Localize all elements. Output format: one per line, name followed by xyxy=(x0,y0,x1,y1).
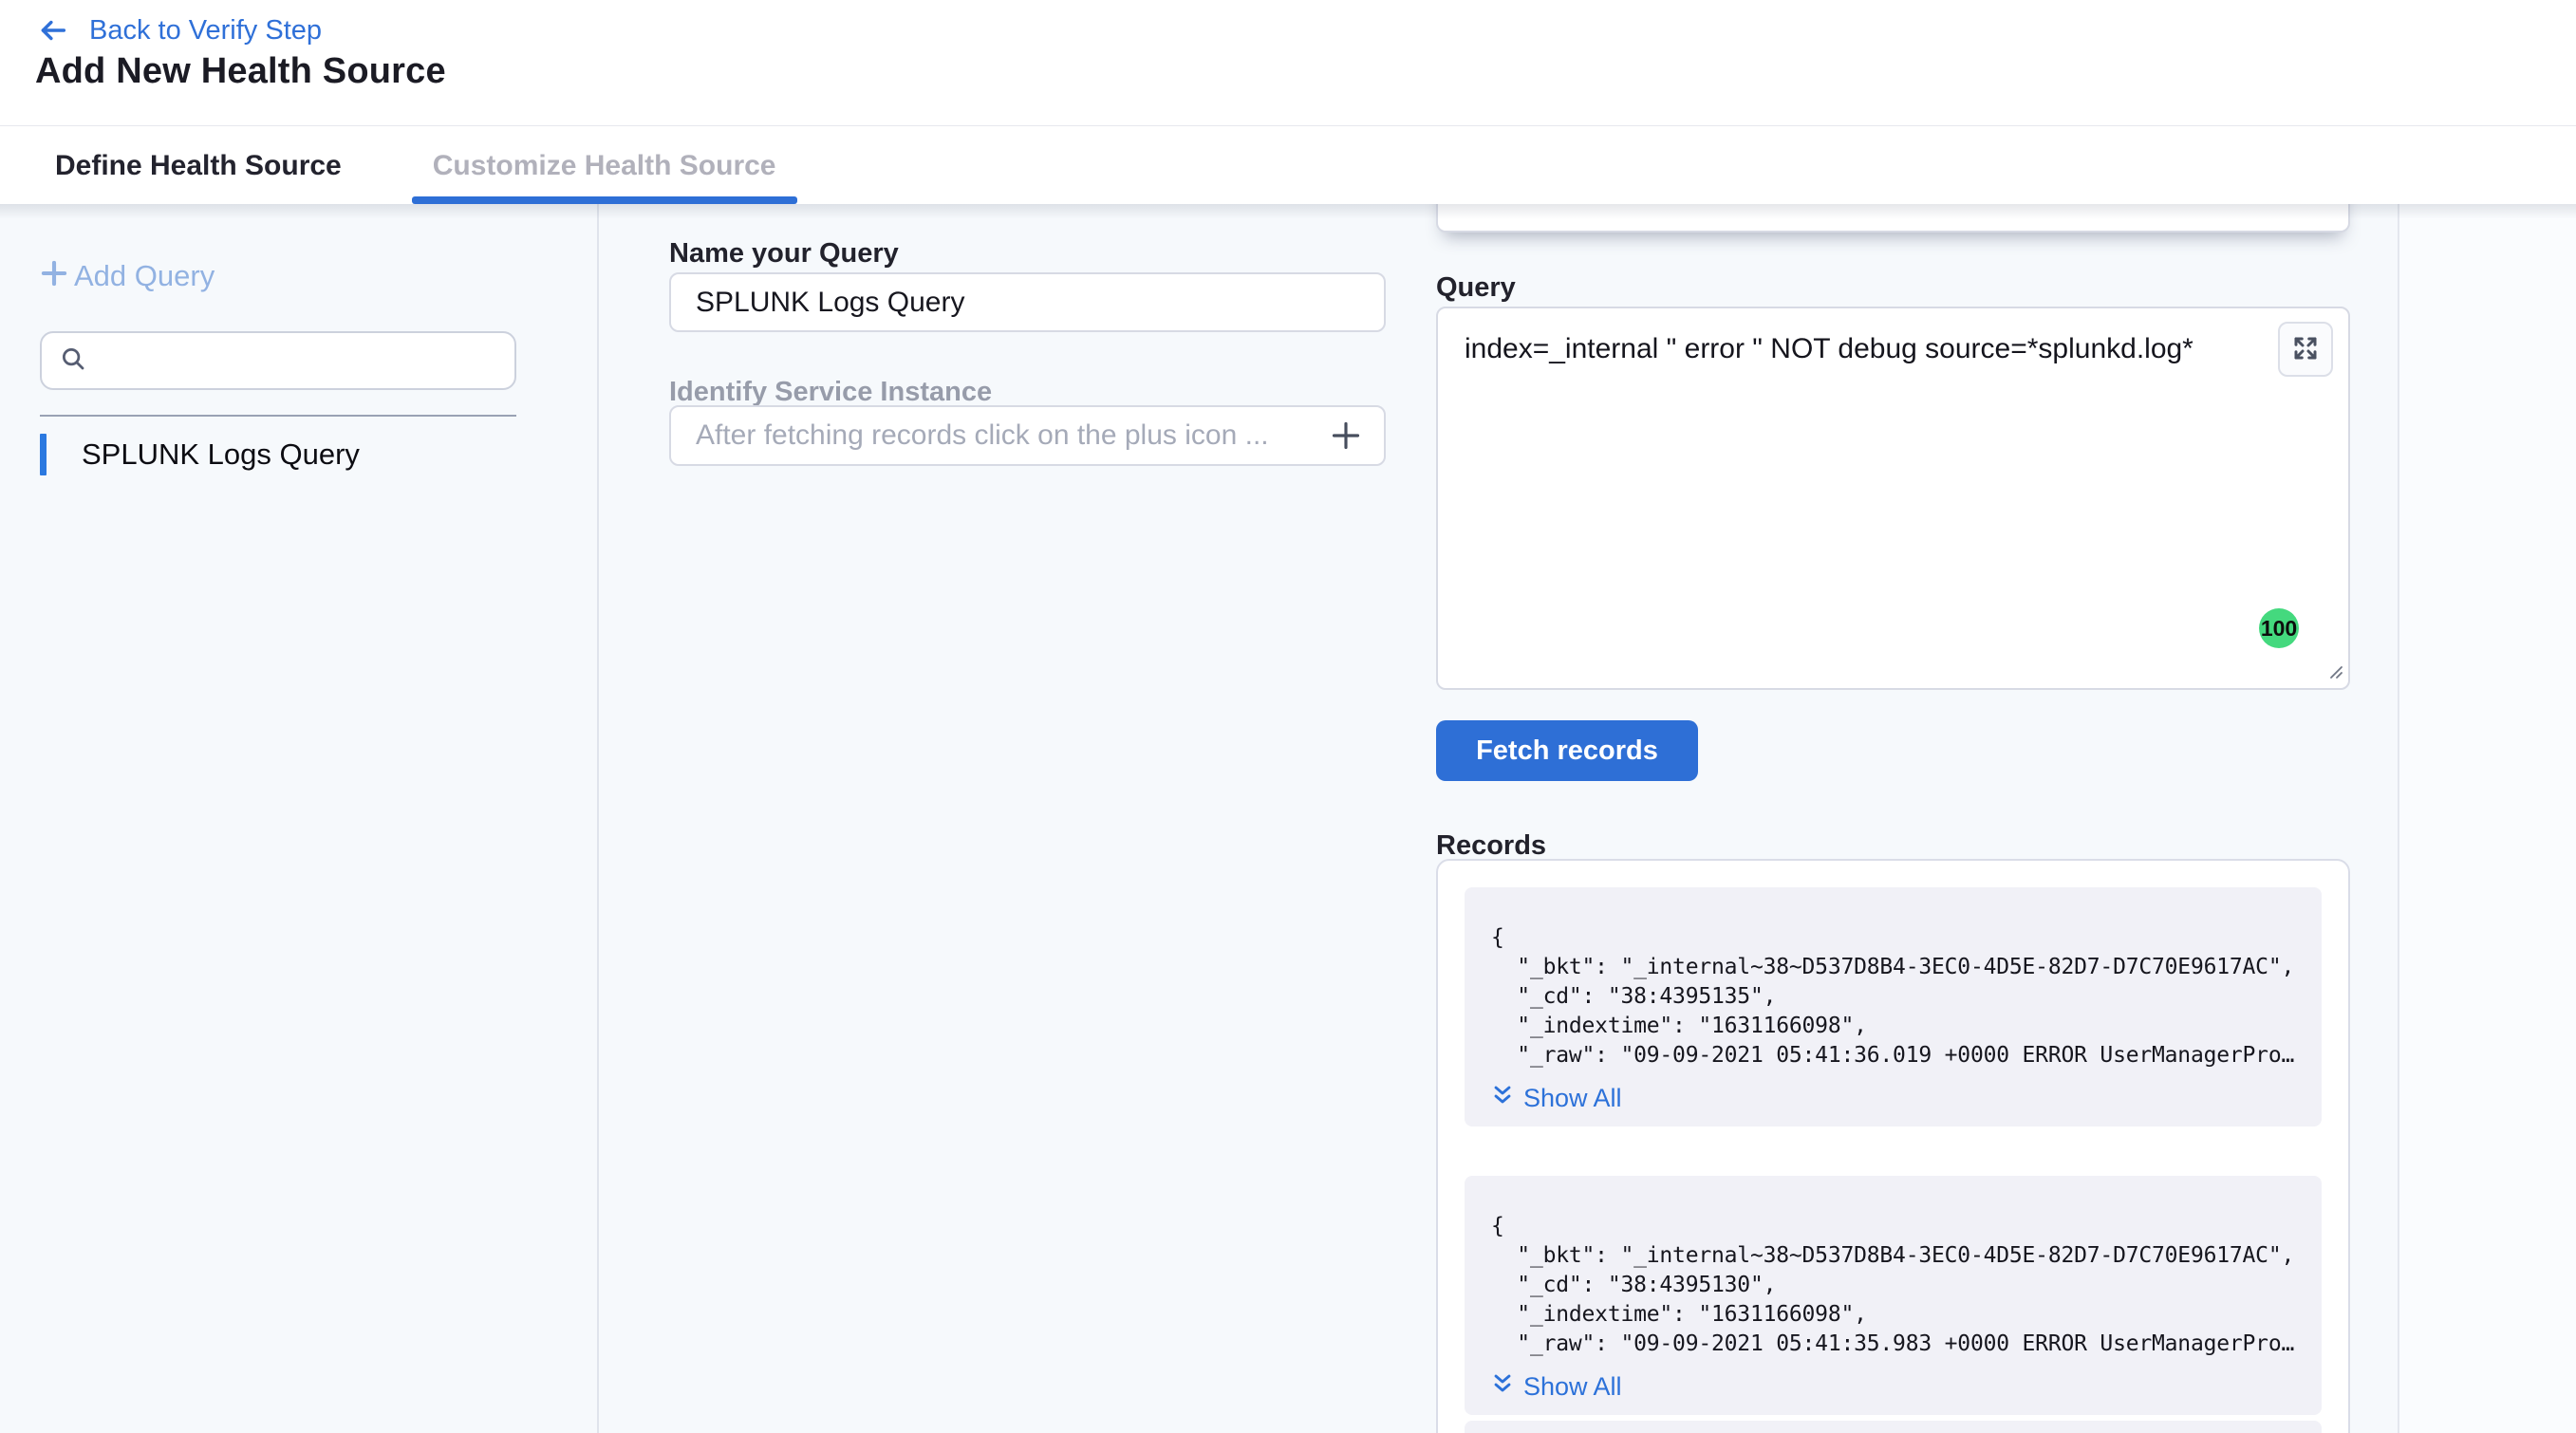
search-icon xyxy=(59,344,87,378)
expand-icon xyxy=(2291,334,2320,365)
add-query-label: Add Query xyxy=(74,259,215,293)
show-all-link[interactable]: Show All xyxy=(1491,1084,2308,1113)
record-json-line: "_indextime": "1631166098", xyxy=(1491,1012,2308,1041)
double-chevron-down-icon xyxy=(1491,1372,1514,1402)
query-editor: index=_internal " error " NOT debug sour… xyxy=(1436,307,2350,690)
fetch-records-button[interactable]: Fetch records xyxy=(1436,720,1698,781)
query-item-label: SPLUNK Logs Query xyxy=(82,437,360,472)
record-json-line: "_cd": "38:4395130", xyxy=(1491,1271,2308,1300)
service-instance-input[interactable] xyxy=(669,405,1386,466)
add-query-button[interactable]: Add Query xyxy=(36,255,215,296)
query-label: Query xyxy=(1436,272,1516,304)
show-all-link[interactable]: Show All xyxy=(1491,1372,2308,1402)
show-all-label: Show All xyxy=(1523,1084,1622,1113)
query-search-box xyxy=(40,331,516,390)
expand-query-button[interactable] xyxy=(2278,322,2333,377)
record-card-1: { "_bkt": "_internal~38~D537D8B4-3EC0-4D… xyxy=(1465,887,2322,1126)
records-container: { "_bkt": "_internal~38~D537D8B4-3EC0-4D… xyxy=(1436,859,2350,1433)
add-service-instance-plus-icon[interactable] xyxy=(1327,417,1365,459)
records-label: Records xyxy=(1436,830,1546,862)
record-json-line: "_cd": "38:4395135", xyxy=(1491,982,2308,1012)
tab-customize-health-source[interactable]: Customize Health Source xyxy=(433,127,776,204)
records-count-badge: 100 xyxy=(2259,608,2299,648)
record-json-line: "_indextime": "1631166098", xyxy=(1491,1300,2308,1330)
right-gutter xyxy=(2398,204,2576,1433)
double-chevron-down-icon xyxy=(1491,1084,1514,1113)
record-card-2: { "_bkt": "_internal~38~D537D8B4-3EC0-4D… xyxy=(1465,1176,2322,1415)
plus-icon xyxy=(36,255,72,296)
sidebar-divider xyxy=(40,415,516,417)
sidebar: Add Query SPLUNK Logs Query xyxy=(0,204,599,1433)
record-json-line: "_bkt": "_internal~38~D537D8B4-3EC0-4D5E… xyxy=(1491,1241,2308,1271)
back-link-label: Back to Verify Step xyxy=(89,15,322,47)
query-list-item-splunk-logs-query[interactable]: SPLUNK Logs Query xyxy=(40,434,360,475)
name-your-query-label: Name your Query xyxy=(669,238,899,270)
record-json-line: "_raw": "09-09-2021 05:41:36.019 +0000 E… xyxy=(1491,1041,2308,1070)
page: Back to Verify Step Add New Health Sourc… xyxy=(0,0,2576,1433)
record-json-line: "_raw": "09-09-2021 05:41:35.983 +0000 E… xyxy=(1491,1330,2308,1359)
identify-service-instance-label: Identify Service Instance xyxy=(669,377,992,408)
record-card-partial xyxy=(1465,1421,2322,1433)
content-area: Add Query SPLUNK Logs Query Name your Qu… xyxy=(0,204,2576,1433)
page-title: Add New Health Source xyxy=(35,51,446,92)
selected-query-indicator xyxy=(40,434,47,475)
query-textarea[interactable]: index=_internal " error " NOT debug sour… xyxy=(1438,308,2348,688)
query-name-input[interactable] xyxy=(669,272,1386,332)
back-link[interactable]: Back to Verify Step xyxy=(34,9,322,51)
page-header: Back to Verify Step Add New Health Sourc… xyxy=(0,0,2576,126)
record-json-line: { xyxy=(1491,1212,2308,1241)
record-json-line: { xyxy=(1491,923,2308,953)
search-input[interactable] xyxy=(87,333,514,388)
back-arrow-icon xyxy=(34,14,72,47)
show-all-label: Show All xyxy=(1523,1372,1622,1402)
tab-define-health-source[interactable]: Define Health Source xyxy=(55,127,342,204)
tab-bar: Define Health Source Customize Health So… xyxy=(0,127,2576,204)
resize-handle-icon[interactable] xyxy=(2324,660,2344,685)
record-json-line: "_bkt": "_internal~38~D537D8B4-3EC0-4D5E… xyxy=(1491,953,2308,982)
